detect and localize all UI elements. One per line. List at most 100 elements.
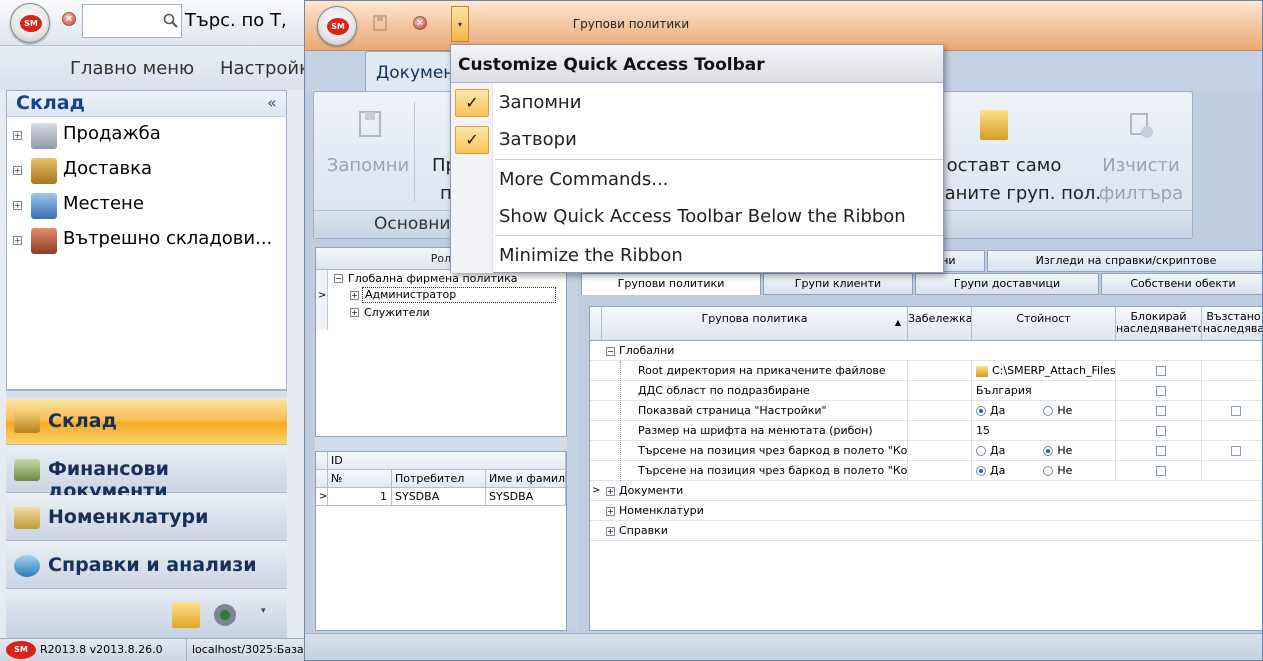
expand-icon[interactable]: + bbox=[606, 486, 615, 496]
policy-note[interactable] bbox=[908, 461, 972, 481]
block-inheritance-cell[interactable] bbox=[1116, 361, 1202, 381]
radio-yes[interactable] bbox=[976, 466, 986, 476]
block-inheritance-cell[interactable] bbox=[1116, 461, 1202, 481]
group-row-nomenclatures[interactable]: + Номенклатури bbox=[590, 501, 1262, 521]
expand-icon[interactable]: + bbox=[13, 201, 22, 210]
radio-no[interactable] bbox=[1043, 466, 1054, 476]
clear-filter-button[interactable]: Изчисти филтъра bbox=[1096, 92, 1186, 210]
user-login[interactable]: SYSDBA bbox=[392, 488, 486, 506]
table-row[interactable]: ДДС област по подразбиране България bbox=[590, 381, 1262, 401]
block-inheritance-cell[interactable] bbox=[1116, 401, 1202, 421]
tab-report-views[interactable]: Изгледи на справки/скриптове bbox=[987, 250, 1262, 272]
restore-inheritance-cell[interactable] bbox=[1202, 441, 1262, 461]
table-row[interactable]: Показвай страница "Настройки" Да Не bbox=[590, 401, 1262, 421]
policy-note[interactable] bbox=[908, 441, 972, 461]
grid-header-note[interactable]: Забележка bbox=[908, 307, 972, 341]
grid-header-name[interactable]: Име и фамилия bbox=[486, 470, 566, 488]
restore-inheritance-cell[interactable] bbox=[1202, 401, 1262, 421]
nav-button-nomenclatures[interactable]: Номенклатури bbox=[6, 495, 287, 541]
expand-icon[interactable]: + bbox=[13, 166, 22, 175]
expand-icon[interactable]: + bbox=[606, 526, 615, 536]
nav-item-transfer[interactable]: + Местене bbox=[13, 189, 283, 223]
table-row[interactable]: Търсене на позиция чрез баркод в полето … bbox=[590, 461, 1262, 481]
block-inheritance-cell[interactable] bbox=[1116, 421, 1202, 441]
tab-client-groups[interactable]: Групи клиенти bbox=[763, 273, 913, 295]
grid-header-number[interactable]: № bbox=[328, 470, 392, 488]
search-mode-label[interactable]: Търс. по Т, bbox=[185, 10, 287, 31]
grid-header-id[interactable]: ID bbox=[328, 452, 566, 470]
policy-value[interactable]: България bbox=[972, 381, 1116, 401]
block-inheritance-checkbox[interactable] bbox=[1155, 406, 1166, 416]
policy-note[interactable] bbox=[908, 421, 972, 441]
collapse-icon[interactable]: « bbox=[267, 93, 277, 112]
grid-header-block[interactable]: Блокирай наследяването bbox=[1116, 307, 1202, 341]
block-inheritance-checkbox[interactable] bbox=[1155, 366, 1166, 376]
policy-value[interactable]: Да Не bbox=[972, 441, 1116, 461]
folder-icon[interactable] bbox=[172, 602, 200, 628]
grid-header-value[interactable]: Стойност bbox=[972, 307, 1116, 341]
tab-supplier-groups[interactable]: Групи доставчици bbox=[915, 273, 1099, 295]
role-item-admin[interactable]: > + Администратор bbox=[316, 287, 566, 304]
horizontal-splitter[interactable] bbox=[315, 437, 567, 451]
nav-item-delivery[interactable]: + Доставка bbox=[13, 154, 283, 188]
block-inheritance-checkbox[interactable] bbox=[1155, 446, 1166, 456]
chevron-down-icon[interactable]: ▾ bbox=[261, 606, 266, 616]
grid-header-policy[interactable]: Групова политика ▲ bbox=[602, 307, 908, 341]
radio-yes[interactable] bbox=[976, 406, 986, 416]
policy-value[interactable]: 15 bbox=[972, 421, 1116, 441]
expand-icon[interactable]: + bbox=[350, 308, 359, 317]
save-button[interactable]: Запомни bbox=[320, 92, 416, 210]
nav-splitter[interactable] bbox=[6, 390, 287, 398]
radio-yes[interactable] bbox=[976, 446, 986, 456]
qat-item-save[interactable]: ✓ Запомни bbox=[451, 85, 943, 121]
block-inheritance-checkbox[interactable] bbox=[1155, 386, 1166, 396]
role-item-employees[interactable]: + Служители bbox=[316, 304, 566, 321]
close-icon[interactable]: × bbox=[62, 12, 76, 26]
search-input[interactable] bbox=[82, 4, 182, 38]
radio-no[interactable] bbox=[1043, 446, 1054, 456]
tab-own-objects[interactable]: Собствени обекти bbox=[1101, 273, 1262, 295]
folder-icon[interactable] bbox=[976, 365, 988, 377]
nav-button-warehouse[interactable]: Склад bbox=[6, 399, 287, 445]
group-row-global[interactable]: − Глобални bbox=[590, 341, 1262, 361]
block-inheritance-cell[interactable] bbox=[1116, 381, 1202, 401]
expand-icon[interactable]: + bbox=[13, 131, 22, 140]
grid-header-restore[interactable]: Възстано наследява bbox=[1202, 307, 1262, 341]
user-full-name[interactable]: SYSDBA bbox=[486, 488, 566, 506]
policy-note[interactable] bbox=[908, 361, 972, 381]
policy-note[interactable] bbox=[908, 381, 972, 401]
nav-button-reports[interactable]: Справки и анализи bbox=[6, 543, 287, 589]
search-icon[interactable] bbox=[163, 13, 179, 29]
policy-value[interactable]: C:\SMERP_Attach_Files bbox=[972, 361, 1116, 381]
user-id[interactable]: 1 bbox=[328, 488, 392, 506]
vertical-splitter[interactable] bbox=[567, 247, 577, 631]
qat-show-below-ribbon[interactable]: Show Quick Access Toolbar Below the Ribb… bbox=[451, 199, 943, 235]
expand-icon[interactable]: + bbox=[350, 291, 359, 300]
expand-icon[interactable]: + bbox=[606, 506, 615, 516]
group-row-documents[interactable]: > + Документи bbox=[590, 481, 1262, 501]
expand-icon[interactable]: + bbox=[13, 236, 22, 245]
table-row[interactable]: Търсене на позиция чрез баркод в полето … bbox=[590, 441, 1262, 461]
nav-item-internal[interactable]: + Вътрешно складови... bbox=[13, 224, 283, 258]
block-inheritance-checkbox[interactable] bbox=[1155, 426, 1166, 436]
tab-group-policies[interactable]: Групови политики bbox=[581, 273, 761, 295]
radio-no[interactable] bbox=[1043, 406, 1054, 416]
group-row-reports[interactable]: + Справки bbox=[590, 521, 1262, 541]
collapse-icon[interactable]: − bbox=[334, 274, 343, 283]
qat-minimize-ribbon[interactable]: Minimize the Ribbon bbox=[451, 238, 943, 274]
ribbon-tab-document[interactable]: Документ bbox=[365, 51, 455, 93]
block-inheritance-checkbox[interactable] bbox=[1155, 466, 1166, 476]
nav-button-finance[interactable]: Финансови документи bbox=[6, 447, 287, 502]
restore-inheritance-checkbox[interactable] bbox=[1230, 446, 1241, 456]
qat-more-commands[interactable]: More Commands... bbox=[451, 162, 943, 198]
policy-value[interactable]: Да Не bbox=[972, 401, 1116, 421]
grid-header-user[interactable]: Потребител bbox=[392, 470, 486, 488]
qat-item-close[interactable]: ✓ Затвори bbox=[451, 122, 943, 158]
table-row[interactable]: Root директория на прикачените файлове C… bbox=[590, 361, 1262, 381]
policy-value[interactable]: Да Не bbox=[972, 461, 1116, 481]
gear-icon[interactable] bbox=[210, 600, 240, 630]
policy-note[interactable] bbox=[908, 401, 972, 421]
block-inheritance-cell[interactable] bbox=[1116, 441, 1202, 461]
table-row[interactable]: Размер на шрифта на менютата (рибон) 15 bbox=[590, 421, 1262, 441]
collapse-icon[interactable]: − bbox=[606, 346, 615, 356]
